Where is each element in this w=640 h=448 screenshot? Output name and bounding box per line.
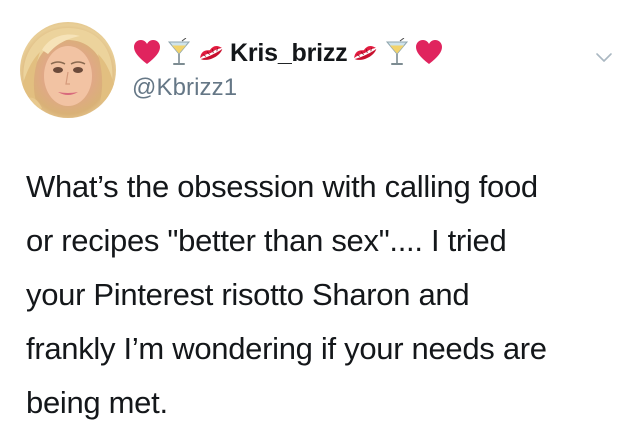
- user-handle[interactable]: @Kbrizz1: [132, 74, 582, 102]
- cocktail-glass-icon: [382, 38, 412, 68]
- kiss-mark-icon: [350, 38, 380, 68]
- display-name[interactable]: Kris_brizz: [230, 39, 348, 68]
- heart-icon: [132, 38, 162, 68]
- tweet-text: What’s the obsession with calling food o…: [26, 169, 547, 420]
- display-name-row[interactable]: Kris_brizz: [132, 36, 582, 70]
- chevron-down-icon[interactable]: [593, 46, 615, 68]
- heart-icon: [414, 38, 444, 68]
- cocktail-glass-icon: [164, 38, 194, 68]
- kiss-mark-icon: [196, 38, 226, 68]
- avatar[interactable]: [20, 22, 116, 118]
- tweet-card: Kris_brizz @Kbrizz1 What’s the obsession…: [0, 0, 640, 448]
- tweet-header: Kris_brizz @Kbrizz1: [132, 36, 582, 106]
